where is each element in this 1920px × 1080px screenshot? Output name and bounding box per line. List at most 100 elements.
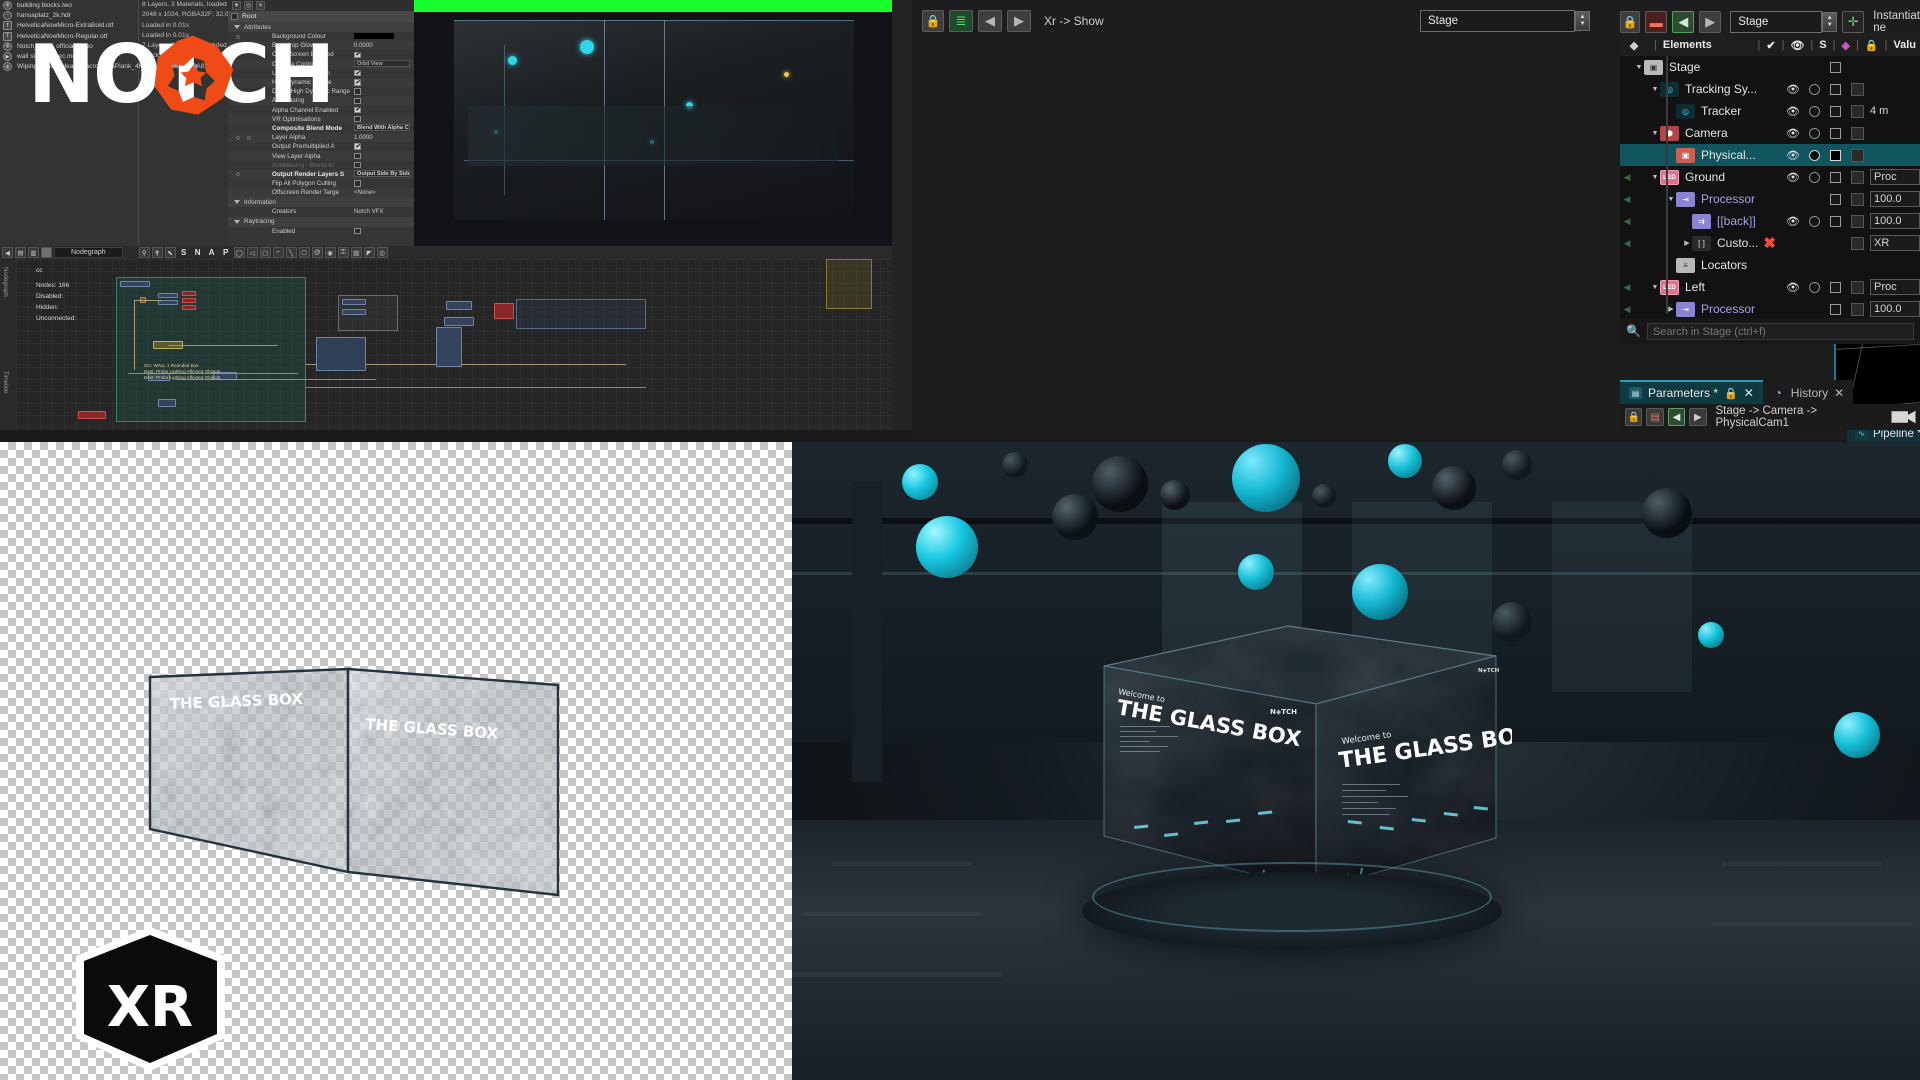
information-section-header[interactable]: Information <box>228 197 414 208</box>
node-item[interactable] <box>158 293 178 298</box>
attribute-row[interactable]: VR Optimisations <box>228 114 414 124</box>
eye-icon[interactable]: 👁 <box>1782 171 1804 184</box>
attribute-value[interactable] <box>352 107 414 114</box>
circle-icon[interactable]: ◯ <box>233 247 245 258</box>
attribute-value[interactable]: 1.0000 <box>352 134 414 141</box>
chevron-down-icon[interactable]: ▼ <box>1650 174 1660 181</box>
node-item[interactable] <box>446 301 472 310</box>
group-arrow-icon[interactable]: ◀ <box>1620 304 1634 315</box>
attribute-value[interactable] <box>352 152 414 160</box>
node-item[interactable] <box>494 303 514 319</box>
attribute-value[interactable] <box>352 115 414 123</box>
solo-toggle[interactable] <box>1804 171 1824 183</box>
hatch-icon[interactable]: ▨ <box>350 247 362 258</box>
node-item[interactable] <box>182 305 196 310</box>
node-group[interactable] <box>516 299 646 329</box>
lock-icon[interactable]: 🔒 <box>1620 11 1641 33</box>
element-value[interactable]: Proc <box>1868 279 1920 295</box>
elements-tree[interactable]: ▼ ▣ Stage ▼ ◎ Tracking Sy... 👁 ◎ Tracker 👁 4 m ▼ ⬢ Ca… <box>1620 56 1920 320</box>
attribute-row[interactable]: Offscreen Render Targe <None> <box>228 188 414 198</box>
attribute-value[interactable]: Blend With Alpha C... <box>352 123 414 133</box>
lock-icon[interactable]: 🔒 <box>1625 408 1643 426</box>
camera-icon[interactable] <box>1890 410 1916 424</box>
node-group[interactable] <box>826 259 872 309</box>
sidetab-timeline[interactable]: Timeline <box>2 371 8 393</box>
attribute-value[interactable] <box>352 161 414 169</box>
element-row[interactable]: ◀ ▶[ ] Custo... ✖ XR <box>1620 232 1920 254</box>
attribute-row[interactable]: Background Colour <box>228 32 414 41</box>
arrow-right-icon[interactable]: ▶ <box>1699 11 1722 33</box>
plus-icon[interactable]: ✛ <box>1842 11 1865 33</box>
eye-icon[interactable]: 👁 <box>1782 149 1804 162</box>
visibility-toggle[interactable] <box>1824 171 1846 183</box>
layers-icon[interactable]: ≣ <box>949 10 973 32</box>
element-row[interactable]: ▼ ◎ Tracking Sy... 👁 <box>1620 78 1920 100</box>
attribute-value[interactable] <box>352 180 414 187</box>
solo-toggle[interactable] <box>1804 127 1824 139</box>
solo-toggle[interactable] <box>1804 105 1824 117</box>
close-icon[interactable]: ✕ <box>1834 386 1844 400</box>
element-row[interactable]: ◀ ▶ ⇥ Processor 100.0 <box>1620 298 1920 320</box>
element-row[interactable]: ◀ ▼ ⇥ Processor 100.0 <box>1620 188 1920 210</box>
node-item[interactable] <box>78 411 106 419</box>
chevron-down-icon[interactable]: ▼ <box>1650 130 1660 137</box>
arrow-left-icon[interactable]: ◀ <box>1667 408 1686 426</box>
node-item[interactable] <box>444 317 474 326</box>
visibility-toggle[interactable] <box>1824 215 1846 227</box>
check-icon[interactable]: ✔ <box>1766 39 1775 52</box>
colour-swatch[interactable] <box>1846 148 1868 162</box>
colour-swatch[interactable] <box>1846 302 1868 316</box>
eye-icon[interactable]: 👁 <box>1782 127 1804 140</box>
element-row[interactable]: ◀ ▼ LED Left 👁 Proc <box>1620 276 1920 298</box>
chevron-down-icon[interactable]: ▼ <box>1650 284 1660 291</box>
snap-letter-p[interactable]: P <box>220 248 232 257</box>
attribute-row[interactable]: Dither High Dynamic Range <box>228 87 414 96</box>
attribute-value[interactable]: <None> <box>352 189 414 196</box>
eye-icon[interactable]: 👁 <box>1782 105 1804 118</box>
rect-select-icon[interactable]: ▢ <box>259 247 271 258</box>
attribute-row[interactable]: Unlimited Resolution <box>228 69 414 78</box>
line-icon[interactable]: ╲ <box>285 247 297 258</box>
attribute-row[interactable]: Enabled <box>228 227 414 236</box>
at-icon[interactable]: @ <box>311 247 323 258</box>
instantiate-label[interactable]: Instantiate ne <box>1873 10 1920 34</box>
element-value[interactable]: 4 m <box>1868 105 1920 117</box>
node-item[interactable] <box>182 291 196 296</box>
element-value[interactable]: 100.0 <box>1868 213 1920 229</box>
nodegraph-canvas[interactable]: cc Nodes: 166 Disabled: Hidden: Unconnec… <box>16 259 892 430</box>
stage-combo-right-arrows[interactable]: ▲ ▼ <box>1822 12 1838 32</box>
colour-swatch[interactable] <box>1846 236 1868 250</box>
record-icon[interactable]: ▬ <box>1645 11 1668 33</box>
arrow-left-icon[interactable]: ◀ <box>978 10 1002 32</box>
solo-toggle[interactable] <box>1804 149 1824 161</box>
attribute-row[interactable]: Alpha Channel Enabled <box>228 106 414 115</box>
element-value[interactable]: Proc <box>1868 169 1920 185</box>
attributes-root-row[interactable]: Root <box>228 11 414 22</box>
pin-icon[interactable]: ▤ <box>1646 408 1664 426</box>
snap-letter-s[interactable]: S <box>178 248 190 257</box>
node-item[interactable] <box>316 337 366 371</box>
elements-search[interactable]: 🔍 Search in Stage (ctrl+f) <box>1620 318 1920 344</box>
attribute-value[interactable] <box>352 227 414 235</box>
at2-icon[interactable]: ◉ <box>324 247 336 258</box>
copy-icon[interactable]: ▤ <box>15 247 26 258</box>
arrow-right-icon[interactable]: ▶ <box>1007 10 1031 32</box>
colour-swatch[interactable] <box>1846 126 1868 140</box>
visibility-toggle[interactable] <box>1824 281 1846 293</box>
group-arrow-icon[interactable]: ◀ <box>1620 238 1634 249</box>
group-arrow-icon[interactable]: ◀ <box>1620 216 1634 227</box>
attribute-value[interactable] <box>352 33 414 40</box>
close-icon[interactable]: ✕ <box>1744 386 1754 400</box>
colour-swatch[interactable] <box>1846 170 1868 184</box>
element-row[interactable]: ▣ Physical... 👁 <box>1620 144 1920 166</box>
pin-icon[interactable]: ⚵ <box>151 247 163 258</box>
attribute-row[interactable]: Antialiasing <box>228 96 414 106</box>
element-value[interactable]: 100.0 <box>1868 301 1920 317</box>
solo-toggle[interactable] <box>1804 83 1824 95</box>
chevron-down-icon[interactable]: ▼ <box>1650 86 1660 93</box>
filter-icon[interactable]: ▼ <box>232 1 241 10</box>
visibility-toggle[interactable] <box>1824 149 1846 161</box>
lock-icon[interactable]: 🔒 <box>1865 39 1879 52</box>
group-arrow-icon[interactable]: ◀ <box>1620 172 1634 183</box>
tab-parameters[interactable]: ▤ Parameters * 🔒 ✕ <box>1620 380 1763 404</box>
